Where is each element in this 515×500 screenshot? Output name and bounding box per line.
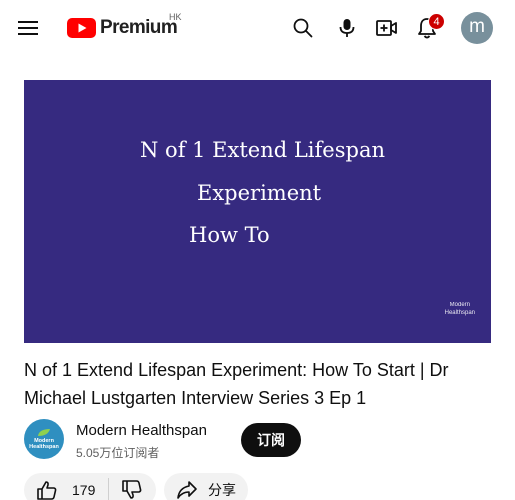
video-player[interactable]: N of 1 Extend Lifespan Experiment How To… (24, 80, 491, 343)
like-button[interactable]: 179 (24, 473, 95, 500)
like-dislike-group: 179 (24, 473, 156, 500)
watermark-line-2: Healthspan (444, 310, 475, 316)
dislike-button[interactable] (109, 473, 143, 500)
account-avatar[interactable]: m (461, 12, 493, 44)
watermark-line-1: Modern (449, 302, 470, 308)
channel-avatar-line-2: Healthspan (29, 444, 59, 450)
slide-title-line-1: N of 1 Extend Lifespan (140, 138, 385, 162)
thumbs-down-icon (122, 480, 142, 499)
subscriber-count: 5.05万位订阅者 (76, 446, 160, 460)
top-bar: Premium HK 4 m (0, 0, 515, 56)
share-label: 分享 (208, 482, 236, 498)
slide-title-line-2: Experiment (197, 181, 322, 205)
like-count: 179 (72, 482, 96, 498)
menu-icon[interactable] (14, 14, 42, 42)
region-code: HK (169, 12, 182, 22)
share-button[interactable]: 分享 (164, 473, 248, 500)
share-icon (177, 481, 197, 499)
notification-count-badge: 4 (428, 13, 445, 30)
video-title: N of 1 Extend Lifespan Experiment: How T… (24, 360, 449, 408)
microphone-icon[interactable] (331, 12, 363, 44)
leaf-icon (38, 429, 50, 436)
create-video-icon[interactable] (371, 12, 403, 44)
channel-name[interactable]: Modern Healthspan (76, 422, 207, 439)
subscribe-button[interactable]: 订阅 (241, 423, 301, 457)
youtube-play-icon (67, 18, 96, 38)
brand-name: Premium (100, 17, 178, 38)
channel-avatar[interactable]: Modern Healthspan (24, 419, 64, 459)
youtube-premium-logo[interactable]: Premium (67, 15, 178, 41)
slide-title-line-3: How To (189, 223, 270, 247)
search-icon[interactable] (287, 12, 319, 44)
thumbs-up-icon (37, 481, 57, 500)
channel-watermark: Modern Healthspan (445, 301, 475, 317)
